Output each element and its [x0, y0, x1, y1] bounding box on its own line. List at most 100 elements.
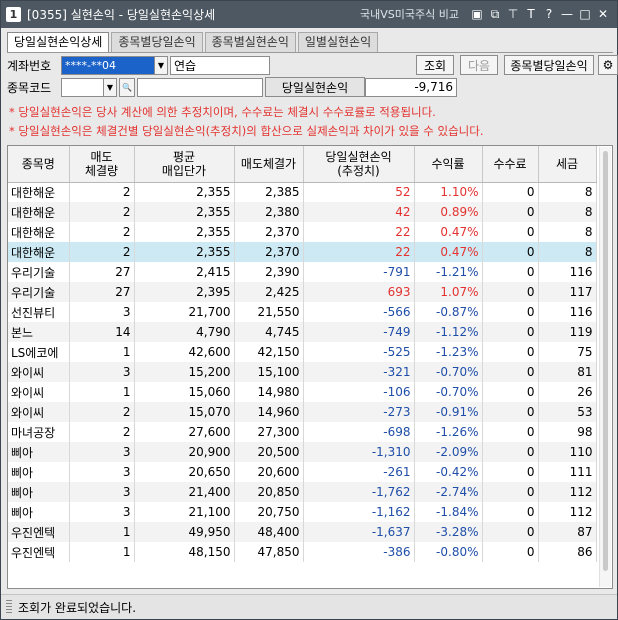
tab-by-stock-realized[interactable]: 종목별실현손익 — [204, 32, 296, 52]
table-row[interactable]: 삐아 3 21,400 20,850 -1,762 -2.74% 0 112 — [8, 482, 597, 502]
next-button[interactable]: 다음 — [460, 55, 498, 75]
pin-icon[interactable]: ⊤ — [505, 5, 521, 23]
table-cell: 1 — [69, 542, 135, 562]
table-row[interactable]: 삐아 3 20,900 20,500 -1,310 -2.09% 0 110 — [8, 442, 597, 462]
table-cell: -1,310 — [303, 442, 415, 462]
column-header[interactable]: 세금 — [538, 146, 597, 183]
column-header[interactable]: 평균 매입단가 — [134, 146, 235, 183]
table-cell: 14 — [69, 322, 135, 342]
note-1: * 당일실현손익은 당사 계산에 의한 추정치이며, 수수료는 체결시 수수료률… — [9, 105, 436, 119]
compare-link[interactable]: 국내VS미국주식 비교 — [360, 6, 459, 22]
table-row[interactable]: LS에코에 1 42,600 42,150 -525 -1.23% 0 75 — [8, 342, 597, 362]
table-row[interactable]: 삐아 3 21,100 20,750 -1,162 -1.84% 0 112 — [8, 502, 597, 522]
minimize-icon[interactable]: — — [559, 5, 575, 23]
scrollbar-thumb[interactable] — [603, 151, 608, 571]
table-cell: 2,395 — [134, 282, 235, 302]
column-header-line: 수수료 — [493, 156, 527, 171]
table-cell: 8 — [538, 242, 597, 262]
pnl-grid: 종목명 매도 체결량 평균 매입단가 매도체결가 당일실현손익 (추정치) 수익률 수수료 세금 대… — [7, 145, 613, 589]
search-icon[interactable]: 🔍 — [119, 77, 135, 97]
table-cell: 2,370 — [234, 222, 304, 242]
table-cell: -2.74% — [414, 482, 483, 502]
table-cell: 0 — [482, 342, 539, 362]
column-header[interactable]: 매도 체결량 — [69, 146, 135, 183]
table-row[interactable]: 와이씨 1 15,060 14,980 -106 -0.70% 0 26 — [8, 382, 597, 402]
account-label: 계좌번호 — [7, 58, 52, 73]
copy-icon[interactable]: ⧉ — [487, 5, 503, 23]
table-row[interactable]: 와이씨 2 15,070 14,960 -273 -0.91% 0 53 — [8, 402, 597, 422]
window-icon[interactable]: ▣ — [469, 5, 485, 23]
table-row[interactable]: 선진뷰티 3 21,700 21,550 -566 -0.87% 0 116 — [8, 302, 597, 322]
close-icon[interactable]: ✕ — [595, 5, 611, 23]
table-row[interactable]: 마녀공장 2 27,600 27,300 -698 -1.26% 0 98 — [8, 422, 597, 442]
column-header-line: 평균 — [172, 149, 196, 164]
table-cell: 0 — [482, 502, 539, 522]
grip-icon — [6, 600, 12, 614]
table-row[interactable]: 와이씨 3 15,200 15,100 -321 -0.70% 0 81 — [8, 362, 597, 382]
table-row[interactable]: 대한해운 2 2,355 2,380 42 0.89% 0 8 — [8, 202, 597, 222]
table-cell: 116 — [538, 262, 597, 282]
table-cell: 20,650 — [134, 462, 235, 482]
column-header-line: 당일실현손익 — [325, 149, 392, 164]
column-header[interactable]: 수수료 — [482, 146, 539, 183]
table-cell: -566 — [303, 302, 415, 322]
table-row[interactable]: 우진엔텍 1 49,950 48,400 -1,637 -3.28% 0 87 — [8, 522, 597, 542]
table-cell: 20,750 — [234, 502, 304, 522]
table-cell: 2 — [69, 422, 135, 442]
table-cell: 8 — [538, 182, 597, 202]
by-stock-daily-button[interactable]: 종목별당일손익 — [504, 55, 594, 75]
table-row[interactable]: 삐아 3 20,650 20,600 -261 -0.42% 0 111 — [8, 462, 597, 482]
column-header[interactable]: 종목명 — [8, 146, 70, 183]
column-header-line: (추정치) — [337, 163, 380, 178]
table-cell: 22 — [303, 242, 415, 262]
stock-code-dropdown-icon[interactable]: ▼ — [104, 77, 117, 97]
table-cell: -749 — [303, 322, 415, 342]
font-icon[interactable]: T — [523, 5, 539, 23]
table-row[interactable]: 대한해운 2 2,355 2,370 22 0.47% 0 8 — [8, 222, 597, 242]
tab-daily-realized[interactable]: 일별실현손익 — [297, 32, 379, 52]
query-button[interactable]: 조회 — [416, 55, 454, 75]
table-cell: 4,790 — [134, 322, 235, 342]
maximize-icon[interactable]: □ — [577, 5, 593, 23]
table-cell: 삐아 — [8, 442, 70, 462]
account-dropdown-icon[interactable]: ▼ — [155, 55, 168, 75]
column-header[interactable]: 당일실현손익 (추정치) — [303, 146, 415, 183]
table-cell: 27,300 — [234, 422, 304, 442]
table-cell: 삐아 — [8, 462, 70, 482]
table-cell: 15,070 — [134, 402, 235, 422]
help-icon[interactable]: ? — [541, 5, 557, 23]
table-cell: 0 — [482, 202, 539, 222]
table-cell: 0 — [482, 262, 539, 282]
table-cell: 3 — [69, 442, 135, 462]
settings-gear-icon[interactable]: ⚙ — [598, 55, 618, 75]
table-row[interactable]: 우진엔텍 1 48,150 47,850 -386 -0.80% 0 86 — [8, 542, 597, 562]
tab-daily-detail[interactable]: 당일실현손익상세 — [7, 32, 110, 52]
account-number-field[interactable]: ****-**04 — [61, 55, 155, 75]
table-cell: 693 — [303, 282, 415, 302]
table-cell: 2 — [69, 402, 135, 422]
table-cell: -1.12% — [414, 322, 483, 342]
table-cell: 1 — [69, 342, 135, 362]
column-header[interactable]: 매도체결가 — [234, 146, 304, 183]
table-row[interactable]: 우리기술 27 2,415 2,390 -791 -1.21% 0 116 — [8, 262, 597, 282]
tab-by-stock-daily[interactable]: 종목별당일손익 — [111, 32, 203, 52]
table-cell: -0.70% — [414, 382, 483, 402]
table-cell: 우진엔텍 — [8, 522, 70, 542]
table-cell: -791 — [303, 262, 415, 282]
table-cell: 0 — [482, 282, 539, 302]
note-2: * 당일실현손익은 체결건별 당일실현손익(추정치)의 합산으로 실제손익과 차… — [9, 124, 484, 138]
vertical-scrollbar[interactable] — [599, 147, 611, 587]
stock-code-input[interactable] — [61, 77, 104, 97]
table-row[interactable]: 대한해운 2 2,355 2,385 52 1.10% 0 8 — [8, 182, 597, 202]
table-cell: 116 — [538, 302, 597, 322]
table-cell: 우리기술 — [8, 282, 70, 302]
table-row[interactable]: 우리기술 27 2,395 2,425 693 1.07% 0 117 — [8, 282, 597, 302]
table-cell: 2,370 — [234, 242, 304, 262]
table-row[interactable]: 대한해운 2 2,355 2,370 22 0.47% 0 8 — [8, 242, 597, 262]
table-row[interactable]: 본느 14 4,790 4,745 -749 -1.12% 0 119 — [8, 322, 597, 342]
column-header[interactable]: 수익률 — [414, 146, 483, 183]
table-cell: 2,380 — [234, 202, 304, 222]
table-cell: 110 — [538, 442, 597, 462]
pnl-table: 종목명 매도 체결량 평균 매입단가 매도체결가 당일실현손익 (추정치) 수익률 수수료 세금 대… — [8, 146, 597, 562]
table-cell: 대한해운 — [8, 182, 70, 202]
